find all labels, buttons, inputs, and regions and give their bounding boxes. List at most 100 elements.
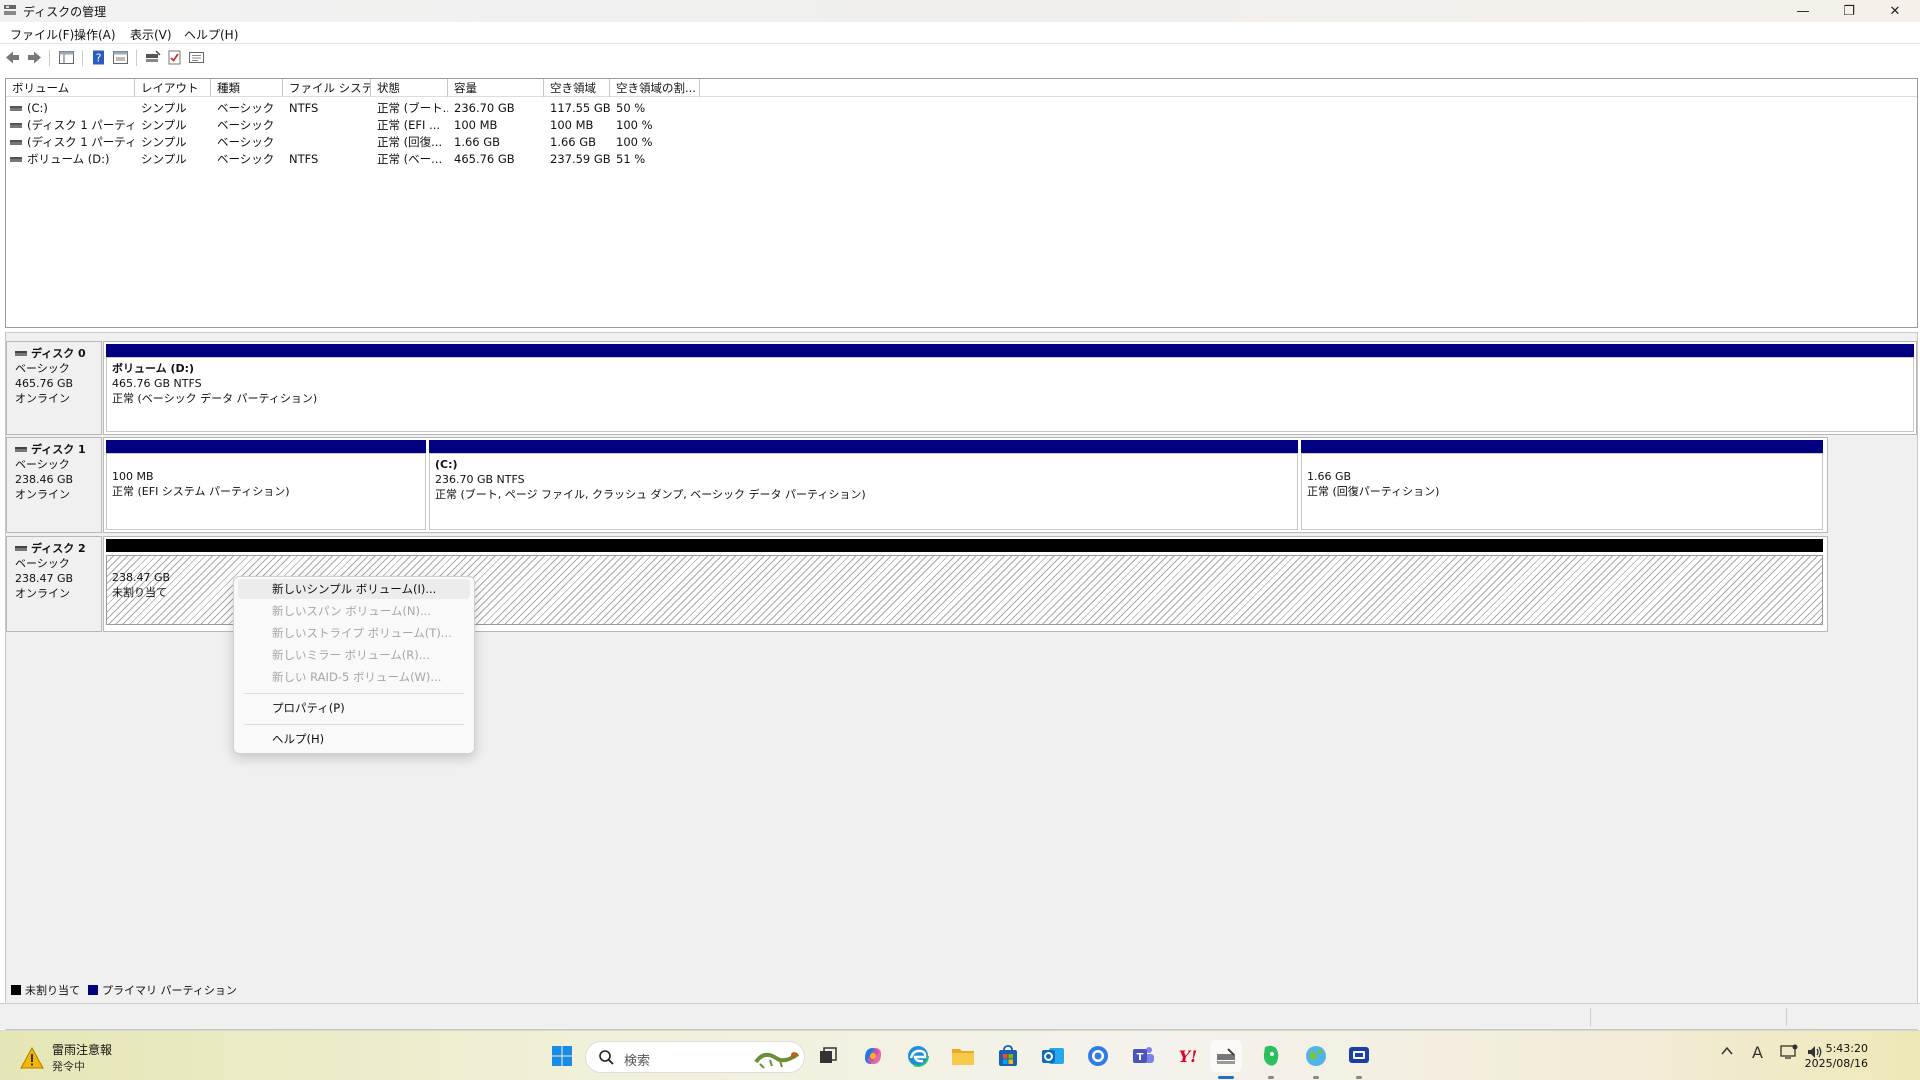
ime-mode-indicator[interactable]: A — [1752, 1043, 1763, 1062]
legend-unallocated-label: 未割り当て — [25, 984, 80, 997]
menu-action[interactable]: 操作(A) — [74, 26, 116, 43]
menu-item-new-mirrored-volume[interactable]: 新しいミラー ボリューム(R)... — [238, 645, 470, 665]
menu-item-new-raid5-volume[interactable]: 新しい RAID-5 ボリューム(W)... — [238, 667, 470, 687]
back-arrow-icon[interactable] — [4, 49, 21, 66]
list-view-icon[interactable] — [188, 49, 205, 66]
partition-recovery[interactable]: 1.66 GB 正常 (回復パーティション) — [1301, 440, 1823, 530]
partition-c[interactable]: (C:) 236.70 GB NTFS 正常 (ブート, ページ ファイル, ク… — [429, 440, 1298, 530]
taskbar-search[interactable]: 検索 — [585, 1041, 805, 1073]
volume-icon — [10, 157, 22, 162]
show-hide-console-tree-icon[interactable] — [58, 49, 75, 66]
disk-1-info[interactable]: ディスク 1 ベーシック 238.46 GB オンライン — [6, 437, 102, 533]
partition-status: 正常 (ベーシック データ パーティション) — [112, 392, 318, 405]
help-icon[interactable]: ? — [90, 49, 107, 66]
running-app-indicator — [1356, 1076, 1362, 1079]
title-bar: ディスクの管理 — ❐ ✕ — [0, 0, 1920, 22]
type-cell: ベーシック — [217, 118, 275, 132]
menu-help[interactable]: ヘルプ(H) — [184, 26, 238, 43]
disk-type: ベーシック — [15, 557, 70, 570]
clock[interactable]: 5:43:20 2025/08/16 — [1805, 1041, 1868, 1071]
menu-item-help[interactable]: ヘルプ(H) — [238, 729, 470, 749]
running-app-indicator — [1313, 1076, 1319, 1079]
column-header-percent-free[interactable]: 空き領域の割... — [610, 79, 700, 97]
unallocated-bar — [106, 539, 1823, 552]
menu-separator — [244, 693, 464, 694]
toolbar-separator — [136, 50, 137, 66]
menu-item-new-striped-volume[interactable]: 新しいストライプ ボリューム(T)... — [238, 623, 470, 643]
volume-row[interactable]: (C:) シンプル ベーシック NTFS 正常 (ブート... 236.70 G… — [6, 100, 906, 117]
layout-cell: シンプル — [141, 101, 187, 115]
percent-free-cell: 51 % — [616, 152, 646, 166]
properties-view-icon[interactable] — [112, 49, 129, 66]
globe-app-icon[interactable] — [1300, 1040, 1332, 1072]
disk-management-app-icon — [3, 4, 17, 16]
teams-icon[interactable]: T — [1127, 1040, 1159, 1072]
partition-d[interactable]: ボリューム (D:) 465.76 GB NTFS 正常 (ベーシック データ … — [106, 344, 1914, 432]
column-header-free-space[interactable]: 空き領域 — [544, 79, 610, 97]
svg-text:?: ? — [96, 52, 102, 65]
free-space-cell: 1.66 GB — [550, 135, 597, 149]
task-view-icon[interactable] — [812, 1040, 844, 1072]
disk-status: オンライン — [15, 488, 70, 501]
volume-row[interactable]: (ディスク 1 パーティシ... シンプル ベーシック 正常 (EFI ... … — [6, 117, 906, 134]
disk-0-info[interactable]: ディスク 0 ベーシック 465.76 GB オンライン — [6, 341, 102, 435]
partition-status: 正常 (ブート, ページ ファイル, クラッシュ ダンプ, ベーシック データ … — [435, 488, 866, 501]
menu-view[interactable]: 表示(V) — [130, 26, 172, 43]
partition-efi[interactable]: 100 MB 正常 (EFI システム パーティション) — [106, 440, 426, 530]
status-cell: 正常 (ブート... — [377, 101, 448, 115]
weather-warning-icon — [20, 1046, 44, 1069]
evernote-icon[interactable] — [1255, 1040, 1287, 1072]
restore-button[interactable]: ❐ — [1826, 0, 1872, 22]
outlook-icon[interactable] — [1037, 1040, 1069, 1072]
percent-free-cell: 50 % — [616, 101, 646, 115]
type-cell: ベーシック — [217, 101, 275, 115]
volume-row[interactable]: (ディスク 1 パーティシ... シンプル ベーシック 正常 (回復... 1.… — [6, 134, 906, 151]
clock-time: 5:43:20 — [1825, 1042, 1868, 1055]
search-highlight-illustration-icon — [754, 1046, 800, 1070]
disk-management-taskbar-icon[interactable] — [1210, 1040, 1242, 1072]
status-bar-divider — [1786, 1008, 1787, 1026]
active-app-indicator — [1218, 1076, 1234, 1079]
weather-title: 雷雨注意報 — [52, 1043, 113, 1057]
menu-item-properties[interactable]: プロパティ(P) — [238, 698, 470, 718]
column-header-volume[interactable]: ボリューム — [6, 79, 135, 97]
menu-item-new-simple-volume[interactable]: 新しいシンプル ボリューム(I)... — [238, 579, 470, 599]
column-header-filesystem[interactable]: ファイル システム — [283, 79, 371, 97]
volume-name: (C:) — [27, 101, 48, 115]
disk-2-info[interactable]: ディスク 2 ベーシック 238.47 GB オンライン — [6, 536, 102, 632]
volume-row[interactable]: ボリューム (D:) シンプル ベーシック NTFS 正常 (ベー... 465… — [6, 151, 906, 168]
close-button[interactable]: ✕ — [1872, 0, 1918, 22]
remote-desktop-icon[interactable] — [1343, 1040, 1375, 1072]
yahoo-japan-icon[interactable]: Y! — [1172, 1040, 1204, 1072]
partition-status: 正常 (回復パーティション) — [1307, 485, 1440, 498]
connect-disk-icon[interactable] — [144, 49, 161, 66]
forward-arrow-icon[interactable] — [26, 49, 43, 66]
partition-title: ボリューム (D:) — [112, 362, 195, 375]
copilot-icon[interactable] — [857, 1040, 889, 1072]
start-button[interactable] — [546, 1040, 578, 1072]
column-header-status[interactable]: 状態 — [371, 79, 448, 97]
svg-text:T: T — [1137, 1052, 1144, 1063]
weather-subtitle: 発令中 — [52, 1060, 85, 1073]
chevron-up-icon[interactable] — [1720, 1044, 1734, 1058]
edge-browser-icon[interactable] — [902, 1040, 934, 1072]
disk-type: ベーシック — [15, 458, 70, 471]
minimize-button[interactable]: — — [1780, 0, 1826, 22]
network-icon[interactable] — [1780, 1044, 1798, 1060]
percent-free-cell: 100 % — [616, 135, 653, 149]
menu-file[interactable]: ファイル(F) — [10, 26, 74, 43]
checklist-icon[interactable] — [166, 49, 183, 66]
cloud-sync-app-icon[interactable] — [1082, 1040, 1114, 1072]
weather-widget[interactable]: 雷雨注意報 発令中 — [20, 1041, 112, 1074]
filesystem-cell: NTFS — [289, 101, 319, 115]
column-header-capacity[interactable]: 容量 — [448, 79, 544, 97]
disk-size: 238.47 GB — [15, 572, 74, 585]
column-header-type[interactable]: 種類 — [211, 79, 283, 97]
primary-partition-bar — [106, 344, 1914, 357]
file-explorer-icon[interactable] — [947, 1040, 979, 1072]
status-bar — [0, 1003, 1920, 1029]
microsoft-store-icon[interactable] — [992, 1040, 1024, 1072]
column-header-layout[interactable]: レイアウト — [135, 79, 211, 97]
menu-item-new-spanned-volume[interactable]: 新しいスパン ボリューム(N)... — [238, 601, 470, 621]
volume-name: ボリューム (D:) — [27, 152, 110, 166]
